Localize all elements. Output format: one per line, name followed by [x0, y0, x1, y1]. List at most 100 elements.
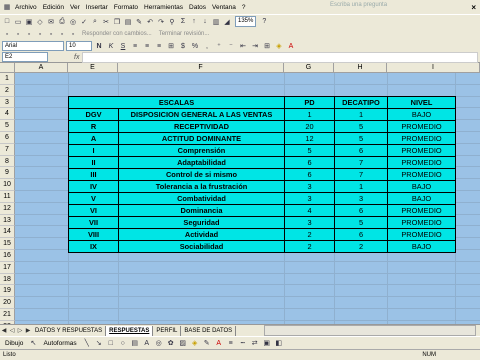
decatipo-cell[interactable]: 5: [334, 132, 388, 145]
new-file-icon[interactable]: □: [2, 17, 12, 27]
row-header[interactable]: 7: [0, 143, 15, 156]
align-right-icon[interactable]: ≡: [154, 41, 164, 51]
header-pd[interactable]: PD: [284, 96, 335, 109]
pd-cell[interactable]: 5: [284, 144, 335, 157]
nivel-cell[interactable]: PROMEDIO: [387, 168, 456, 181]
align-left-icon[interactable]: ≡: [130, 41, 140, 51]
row-header[interactable]: 20: [0, 297, 15, 309]
textbox-icon[interactable]: ▤: [130, 338, 140, 348]
column-header-i[interactable]: I: [387, 63, 480, 73]
pd-cell[interactable]: 6: [284, 168, 335, 181]
pd-cell[interactable]: 12: [284, 132, 335, 145]
decrease-decimal-icon[interactable]: ⁻: [226, 41, 236, 51]
font-color-icon[interactable]: A: [286, 41, 296, 51]
nivel-cell[interactable]: BAJO: [387, 108, 456, 121]
decrease-indent-icon[interactable]: ⇤: [238, 41, 248, 51]
decatipo-cell[interactable]: 6: [334, 144, 388, 157]
row-header[interactable]: 1: [0, 73, 15, 85]
email-icon[interactable]: ✉: [46, 17, 56, 27]
row-header[interactable]: 21: [0, 309, 15, 321]
sort-desc-icon[interactable]: ↓: [200, 17, 210, 27]
menu-edicion[interactable]: Edición: [40, 4, 67, 11]
pd-cell[interactable]: 3: [284, 216, 335, 229]
scale-name-cell[interactable]: Sociabilidad: [118, 240, 285, 253]
rectangle-icon[interactable]: □: [106, 338, 116, 348]
row-header[interactable]: 4: [0, 108, 15, 121]
decatipo-cell[interactable]: 5: [334, 120, 388, 133]
last-sheet-icon[interactable]: ▶: [24, 327, 32, 334]
scale-name-cell[interactable]: Dominancia: [118, 204, 285, 217]
nivel-cell[interactable]: PROMEDIO: [387, 120, 456, 133]
pd-cell[interactable]: 1: [284, 108, 335, 121]
pd-cell[interactable]: 20: [284, 120, 335, 133]
scale-name-cell[interactable]: Adaptabilidad: [118, 156, 285, 169]
column-header-e[interactable]: E: [68, 63, 118, 73]
end-review[interactable]: Terminar revisión...: [156, 31, 213, 37]
decatipo-cell[interactable]: 2: [334, 240, 388, 253]
diagram-icon[interactable]: ◎: [154, 338, 164, 348]
tab-perfil[interactable]: PERFIL: [153, 325, 182, 336]
undo-icon[interactable]: ↶: [145, 17, 155, 27]
review-icon-4[interactable]: ▫: [35, 29, 45, 39]
scale-code-cell[interactable]: VIII: [68, 228, 119, 241]
drawing-icon[interactable]: ◢: [222, 17, 232, 27]
scale-code-cell[interactable]: IX: [68, 240, 119, 253]
decatipo-cell[interactable]: 3: [334, 192, 388, 205]
line-color-icon[interactable]: ✎: [202, 338, 212, 348]
nivel-cell[interactable]: PROMEDIO: [387, 132, 456, 145]
italic-icon[interactable]: K: [106, 41, 116, 51]
select-pointer-icon[interactable]: ↖: [28, 338, 38, 348]
bold-icon[interactable]: N: [94, 41, 104, 51]
decatipo-cell[interactable]: 1: [334, 108, 388, 121]
percent-icon[interactable]: %: [190, 41, 200, 51]
header-nivel[interactable]: NIVEL: [387, 96, 456, 109]
menu-datos[interactable]: Datos: [186, 4, 209, 11]
insert-function-icon[interactable]: fx: [74, 54, 79, 61]
pd-cell[interactable]: 3: [284, 192, 335, 205]
row-header[interactable]: 17: [0, 261, 15, 274]
row-header[interactable]: 18: [0, 273, 15, 286]
row-header[interactable]: 9: [0, 167, 15, 180]
menu-ventana[interactable]: Ventana: [209, 4, 239, 11]
borders-icon[interactable]: ⊞: [262, 41, 272, 51]
scale-code-cell[interactable]: V: [68, 192, 119, 205]
scale-code-cell[interactable]: VI: [68, 204, 119, 217]
scale-name-cell[interactable]: Seguridad: [118, 216, 285, 229]
line-style-icon[interactable]: ≡: [226, 338, 236, 348]
shadow-icon[interactable]: ▣: [262, 338, 272, 348]
row-header[interactable]: 6: [0, 132, 15, 144]
nivel-cell[interactable]: PROMEDIO: [387, 144, 456, 157]
scale-code-cell[interactable]: DGV: [68, 108, 119, 121]
pd-cell[interactable]: 4: [284, 204, 335, 217]
horizontal-scrollbar[interactable]: [264, 325, 476, 336]
research-icon[interactable]: ⌕: [90, 17, 100, 27]
oval-icon[interactable]: ○: [118, 338, 128, 348]
row-header[interactable]: 15: [0, 238, 15, 250]
column-header-a[interactable]: A: [15, 63, 68, 73]
scale-name-cell[interactable]: Comprensión: [118, 144, 285, 157]
align-center-icon[interactable]: ≡: [142, 41, 152, 51]
autoformas-menu[interactable]: Autoformas: [40, 340, 79, 347]
scale-name-cell[interactable]: Control de si mismo: [118, 168, 285, 181]
increase-decimal-icon[interactable]: ⁺: [214, 41, 224, 51]
review-icon-7[interactable]: ▫: [68, 29, 78, 39]
draw-font-color-icon[interactable]: A: [214, 338, 224, 348]
scale-name-cell[interactable]: ACTITUD DOMINANTE: [118, 132, 285, 145]
row-header[interactable]: 5: [0, 120, 15, 132]
row-header[interactable]: 8: [0, 155, 15, 168]
header-decatipo[interactable]: DECATIPO: [334, 96, 388, 109]
scale-name-cell[interactable]: Combatividad: [118, 192, 285, 205]
dibujo-menu[interactable]: Dibujo: [2, 340, 26, 347]
nivel-cell[interactable]: BAJO: [387, 192, 456, 205]
scale-name-cell[interactable]: Tolerancia a la frustración: [118, 180, 285, 193]
row-header[interactable]: 2: [0, 84, 15, 97]
thousands-icon[interactable]: ,: [202, 41, 212, 51]
scale-code-cell[interactable]: R: [68, 120, 119, 133]
picture-icon[interactable]: ▨: [178, 338, 188, 348]
scale-code-cell[interactable]: I: [68, 144, 119, 157]
review-icon-3[interactable]: ▫: [24, 29, 34, 39]
wordart-icon[interactable]: A: [142, 338, 152, 348]
menu-ayuda[interactable]: ?: [239, 4, 249, 11]
scale-code-cell[interactable]: III: [68, 168, 119, 181]
redo-icon[interactable]: ↷: [156, 17, 166, 27]
